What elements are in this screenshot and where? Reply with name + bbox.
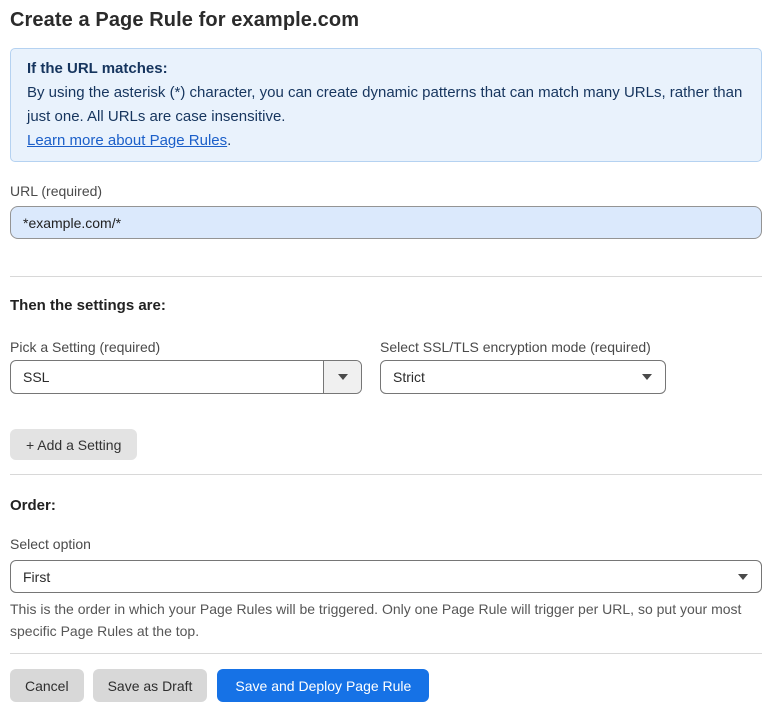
- divider: [10, 653, 762, 654]
- learn-more-link[interactable]: Learn more about Page Rules: [27, 132, 227, 149]
- learn-more-suffix: .: [227, 132, 232, 149]
- divider: [10, 276, 762, 277]
- info-box: If the URL matches: By using the asteris…: [10, 48, 762, 162]
- chevron-down-icon: [642, 374, 652, 380]
- info-box-link-line: Learn more about Page Rules.: [27, 129, 745, 153]
- order-select-label: Select option: [10, 536, 91, 552]
- pick-setting-label: Pick a Setting (required): [10, 339, 161, 355]
- chevron-down-icon: [738, 573, 748, 580]
- pick-setting-select[interactable]: SSL: [10, 360, 362, 394]
- order-select[interactable]: First: [10, 560, 762, 593]
- save-draft-button[interactable]: Save as Draft: [92, 669, 208, 702]
- add-setting-button[interactable]: + Add a Setting: [10, 429, 138, 460]
- settings-heading: Then the settings are:: [10, 297, 166, 314]
- url-label: URL (required): [10, 183, 103, 199]
- order-select-value: First: [23, 568, 51, 585]
- order-help-text: This is the order in which your Page Rul…: [10, 601, 742, 639]
- footer-actions: Cancel Save as Draft Save and Deploy Pag…: [10, 669, 762, 702]
- info-box-heading: If the URL matches:: [27, 60, 168, 77]
- chevron-down-icon: [337, 374, 348, 380]
- encryption-mode-value: Strict: [393, 369, 425, 385]
- save-deploy-button[interactable]: Save and Deploy Page Rule: [217, 669, 430, 702]
- settings-fields-row: Pick a Setting (required) SSL Select SSL…: [10, 338, 762, 394]
- pick-setting-field: Pick a Setting (required) SSL: [10, 338, 362, 394]
- page-rule-form: Create a Page Rule for example.com If th…: [0, 6, 772, 702]
- order-heading: Order:: [10, 497, 56, 514]
- pick-setting-dropdown-button[interactable]: [323, 361, 361, 393]
- cancel-button[interactable]: Cancel: [10, 669, 84, 702]
- divider: [10, 474, 762, 475]
- encryption-mode-field: Select SSL/TLS encryption mode (required…: [380, 338, 666, 394]
- encryption-mode-select[interactable]: Strict: [380, 360, 666, 394]
- url-input[interactable]: [10, 206, 762, 239]
- info-box-body: By using the asterisk (*) character, you…: [27, 84, 743, 125]
- pick-setting-value: SSL: [23, 369, 50, 385]
- encryption-mode-label: Select SSL/TLS encryption mode (required…: [380, 339, 651, 355]
- page-title: Create a Page Rule for example.com: [10, 9, 360, 31]
